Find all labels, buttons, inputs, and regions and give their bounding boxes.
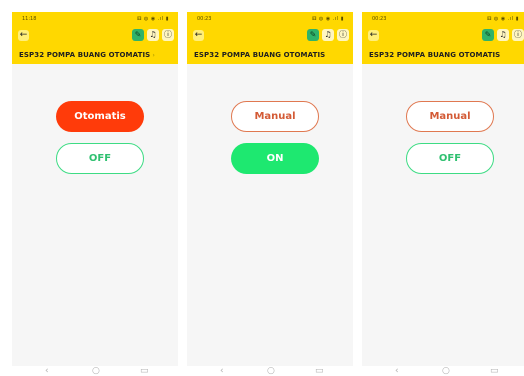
wrench-icon: ✎ bbox=[484, 30, 492, 39]
status-icons: ⚅ ◍ ◉ .ıl ▮ bbox=[136, 16, 169, 22]
arrow-left-icon: ← bbox=[194, 30, 203, 40]
app-header: 00:23 ⚅ ◍ ◉ .ıl ▮ ← ✎ ♫ ⓘ ESP32 POMPA BU… bbox=[187, 12, 353, 64]
android-nav-bar: ‹ ○ ▭ bbox=[12, 366, 178, 376]
bell-icon: ♫ bbox=[324, 30, 332, 39]
power-toggle-button[interactable]: ON bbox=[231, 143, 319, 174]
settings-button[interactable]: ✎ bbox=[307, 29, 319, 41]
bell-icon: ♫ bbox=[499, 30, 507, 39]
home-circle-icon[interactable]: ○ bbox=[267, 366, 275, 376]
settings-button[interactable]: ✎ bbox=[132, 29, 144, 41]
recents-icon[interactable]: ▭ bbox=[490, 366, 499, 376]
chevron-left-icon[interactable]: ‹ bbox=[45, 366, 49, 376]
back-button[interactable]: ← bbox=[193, 30, 204, 41]
arrow-left-icon: ← bbox=[19, 30, 28, 40]
notification-button[interactable]: ♫ bbox=[497, 29, 509, 41]
power-toggle-button[interactable]: OFF bbox=[406, 143, 494, 174]
wrench-icon: ✎ bbox=[309, 30, 317, 39]
page-title[interactable]: ESP32 POMPA BUANG OTOMATIS bbox=[369, 51, 500, 59]
phone-screen-3: 00:23 ⚅ ◍ ◉ .ıl ▮ ← ✎ ♫ ⓘ ESP32 POMPA BU… bbox=[362, 12, 524, 366]
bell-icon: ♫ bbox=[149, 30, 157, 39]
page-title[interactable]: ESP32 POMPA BUANG OTOMATIS bbox=[194, 51, 325, 59]
chevron-left-icon[interactable]: ‹ bbox=[220, 366, 224, 376]
info-button[interactable]: ⓘ bbox=[337, 29, 349, 41]
info-button[interactable]: ⓘ bbox=[162, 29, 174, 41]
power-toggle-button[interactable]: OFF bbox=[56, 143, 144, 174]
notification-button[interactable]: ♫ bbox=[322, 29, 334, 41]
app-header: 11:18 ⚅ ◍ ◉ .ıl ▮ ← ✎ ♫ ⓘ ESP32 POMPA BU… bbox=[12, 12, 178, 64]
phone-screen-1: 11:18 ⚅ ◍ ◉ .ıl ▮ ← ✎ ♫ ⓘ ESP32 POMPA BU… bbox=[12, 12, 178, 366]
page-title-text: ESP32 POMPA BUANG OTOMATIS bbox=[369, 51, 501, 59]
home-circle-icon[interactable]: ○ bbox=[92, 366, 100, 376]
notification-button[interactable]: ♫ bbox=[147, 29, 159, 41]
android-nav-bar: ‹ ○ ▭ bbox=[187, 366, 353, 376]
info-icon: ⓘ bbox=[339, 30, 347, 39]
back-button[interactable]: ← bbox=[368, 30, 379, 41]
status-time: 11:18 bbox=[22, 16, 37, 22]
settings-button[interactable]: ✎ bbox=[482, 29, 494, 41]
status-time: 00:23 bbox=[372, 16, 387, 22]
status-icons: ⚅ ◍ ◉ .ıl ▮ bbox=[311, 16, 344, 22]
recents-icon[interactable]: ▭ bbox=[315, 366, 324, 376]
page-title[interactable]: ESP32 POMPA BUANG OTOMATIS › bbox=[19, 51, 155, 59]
info-icon: ⓘ bbox=[164, 30, 172, 39]
mode-toggle-button[interactable]: Otomatis bbox=[56, 101, 144, 132]
page-title-text: ESP32 POMPA BUANG OTOMATIS bbox=[19, 51, 151, 59]
home-circle-icon[interactable]: ○ bbox=[442, 366, 450, 376]
info-button[interactable]: ⓘ bbox=[512, 29, 524, 41]
app-header: 00:23 ⚅ ◍ ◉ .ıl ▮ ← ✎ ♫ ⓘ ESP32 POMPA BU… bbox=[362, 12, 524, 64]
phone-screen-2: 00:23 ⚅ ◍ ◉ .ıl ▮ ← ✎ ♫ ⓘ ESP32 POMPA BU… bbox=[187, 12, 353, 366]
status-icons: ⚅ ◍ ◉ .ıl ▮ bbox=[486, 16, 519, 22]
mode-toggle-button[interactable]: Manual bbox=[406, 101, 494, 132]
mode-toggle-button[interactable]: Manual bbox=[231, 101, 319, 132]
android-nav-bar: ‹ ○ ▭ bbox=[362, 366, 524, 376]
info-icon: ⓘ bbox=[514, 30, 522, 39]
wrench-icon: ✎ bbox=[134, 30, 142, 39]
status-time: 00:23 bbox=[197, 16, 212, 22]
page-title-text: ESP32 POMPA BUANG OTOMATIS bbox=[194, 51, 326, 59]
back-button[interactable]: ← bbox=[18, 30, 29, 41]
chevron-left-icon[interactable]: ‹ bbox=[395, 366, 399, 376]
recents-icon[interactable]: ▭ bbox=[140, 366, 149, 376]
chevron-right-icon: › bbox=[152, 52, 155, 59]
arrow-left-icon: ← bbox=[369, 30, 378, 40]
